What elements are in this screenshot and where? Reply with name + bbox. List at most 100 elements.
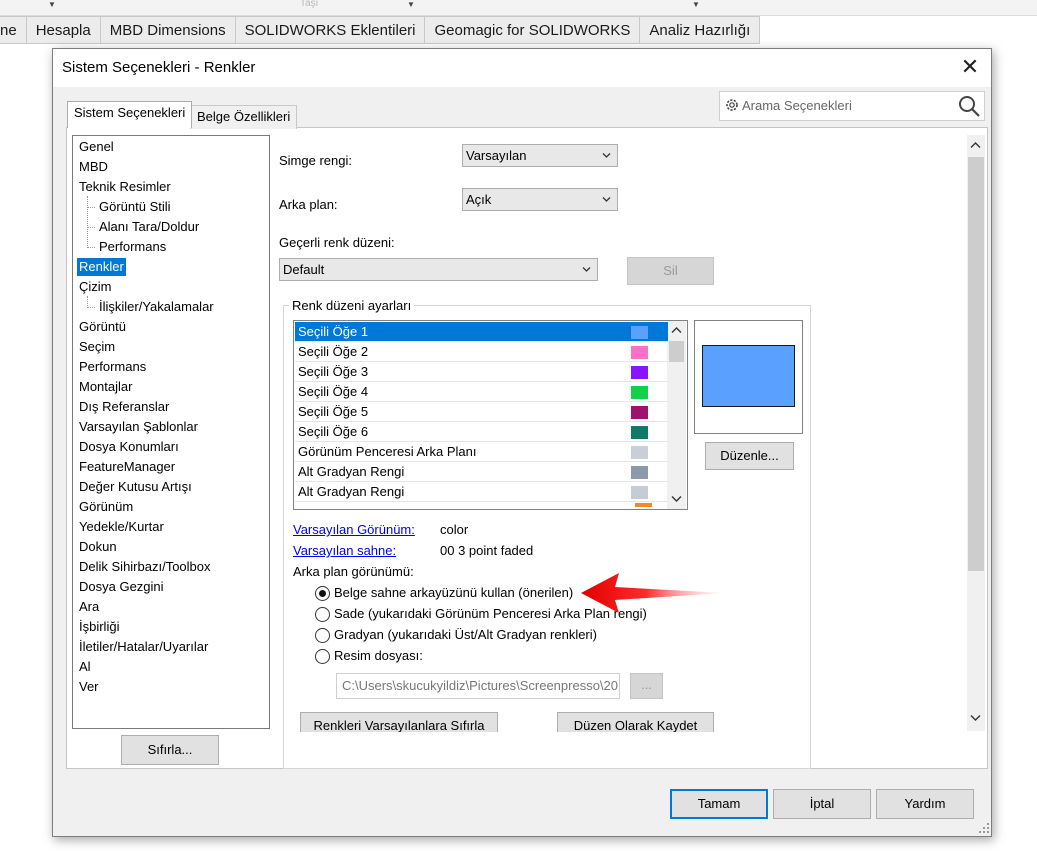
- default-scene-link[interactable]: Varsayılan sahne:: [293, 543, 396, 558]
- chevron-up-icon[interactable]: [668, 322, 685, 339]
- tree-item[interactable]: İşbirliği: [77, 618, 121, 636]
- tree-item[interactable]: Renkler: [77, 258, 126, 276]
- tree-item[interactable]: İlişkiler/Yakalamalar: [97, 298, 216, 316]
- list-scrollbar[interactable]: [667, 321, 686, 509]
- bg-appearance-radio-label[interactable]: Belge sahne arkayüzünü kullan (önerilen): [334, 585, 573, 600]
- chevron-down-icon[interactable]: [967, 709, 984, 726]
- search-icon[interactable]: [958, 95, 980, 117]
- color-list-item[interactable]: Seçili Öğe 4: [295, 382, 668, 402]
- ribbon-tab-hesapla[interactable]: Hesapla: [26, 16, 101, 44]
- chevron-down-icon: [602, 197, 611, 202]
- resize-grip-icon[interactable]: [978, 822, 990, 834]
- bg-appearance-radio[interactable]: [315, 628, 330, 643]
- reset-button[interactable]: Sıfırla...: [121, 735, 219, 765]
- tree-item[interactable]: Yedekle/Kurtar: [77, 518, 166, 536]
- bg-appearance-radio-label[interactable]: Resim dosyası:: [334, 648, 423, 663]
- tree-item[interactable]: Al: [77, 658, 93, 676]
- ribbon-tab-solidworks-addins[interactable]: SOLIDWORKS Eklentileri: [235, 16, 426, 44]
- color-list-item[interactable]: Seçili Öğe 5: [295, 402, 668, 422]
- tree-item[interactable]: Performans: [97, 238, 168, 256]
- tree-item[interactable]: Dokun: [77, 538, 119, 556]
- tree-item[interactable]: Çizim: [77, 278, 114, 296]
- bg-appearance-radio[interactable]: [315, 607, 330, 622]
- tree-item[interactable]: Varsayılan Şablonlar: [77, 418, 200, 436]
- options-tree[interactable]: Genel MBD Teknik Resimler Görüntü Stili Alan…: [72, 135, 270, 729]
- color-item-label: Seçili Öğe 6: [298, 424, 369, 439]
- bg-appearance-radio[interactable]: [315, 649, 330, 664]
- color-list-item[interactable]: Seçili Öğe 6: [295, 422, 668, 442]
- color-swatch: [631, 326, 648, 339]
- search-options-input[interactable]: Arama Seçenekleri: [719, 91, 985, 121]
- chevron-up-icon[interactable]: [967, 137, 984, 154]
- dropdown-arrow-icon[interactable]: ▼: [407, 0, 415, 9]
- ribbon-tab[interactable]: ne: [0, 16, 27, 44]
- default-appearance-value: color: [440, 522, 469, 537]
- ribbon-tab-analysis-prep[interactable]: Analiz Hazırlığı: [640, 16, 761, 44]
- tree-item[interactable]: Ara: [77, 598, 101, 616]
- dialog-title: Sistem Seçenekleri - Renkler: [62, 59, 256, 76]
- tab-document-properties[interactable]: Belge Özellikleri: [190, 105, 298, 129]
- color-item-label: Alt Gradyan Rengi: [298, 464, 405, 479]
- color-list-item[interactable]: Seçili Öğe 2: [295, 342, 668, 362]
- color-list-item[interactable]: Alt Gradyan Rengi: [295, 462, 668, 482]
- ribbon-tab-geomagic[interactable]: Geomagic for SOLIDWORKS: [425, 16, 641, 44]
- tree-item[interactable]: Görüntü: [77, 318, 128, 336]
- options-scroll-thumb[interactable]: [968, 157, 984, 571]
- save-scheme-clip: Düzen Olarak Kaydet: [557, 712, 716, 732]
- scheme-select[interactable]: Default: [279, 258, 598, 281]
- tree-item[interactable]: Seçim: [77, 338, 117, 356]
- icon-color-value: Varsayılan: [466, 148, 527, 163]
- image-path-input[interactable]: C:\Users\skucukyildiz\Pictures\Screenpre…: [336, 673, 620, 699]
- color-list-item[interactable]: Görünüm Penceresi Arka Planı: [295, 442, 668, 462]
- color-list-item[interactable]: Seçili Öğe 1: [295, 322, 668, 342]
- icon-color-select[interactable]: Varsayılan: [462, 144, 618, 167]
- color-list-item[interactable]: Alt Gradyan Rengi: [295, 482, 668, 502]
- cancel-button[interactable]: İptal: [773, 789, 871, 819]
- tree-item[interactable]: İletiler/Hatalar/Uyarılar: [77, 638, 210, 656]
- dropdown-arrow-icon[interactable]: ▼: [48, 0, 56, 9]
- delete-scheme-button[interactable]: Sil: [627, 257, 714, 285]
- tab-system-options[interactable]: Sistem Seçenekleri: [67, 101, 193, 128]
- color-items-list[interactable]: Seçili Öğe 1 Seçili Öğe 2 Seçili Öğe 3 Seçi…: [293, 320, 688, 510]
- browse-button[interactable]: ...: [630, 673, 663, 699]
- tree-item[interactable]: Performans: [77, 358, 148, 376]
- tree-item[interactable]: Montajlar: [77, 378, 134, 396]
- tree-item[interactable]: FeatureManager: [77, 458, 177, 476]
- chevron-down-icon[interactable]: [668, 490, 685, 507]
- color-swatch: [631, 426, 648, 439]
- chevron-down-icon: [582, 267, 591, 272]
- tree-item[interactable]: Teknik Resimler: [77, 178, 173, 196]
- options-scrollbar[interactable]: [967, 135, 985, 731]
- help-button[interactable]: Yardım: [876, 789, 974, 819]
- tree-item[interactable]: Dış Referanslar: [77, 398, 171, 416]
- close-icon[interactable]: ✕: [957, 55, 983, 81]
- tree-item[interactable]: Dosya Gezgini: [77, 578, 166, 596]
- reset-colors-button[interactable]: Renkleri Varsayılanlara Sıfırla: [300, 712, 498, 732]
- bg-appearance-radio[interactable]: [315, 586, 330, 601]
- dialog-titlebar: Sistem Seçenekleri - Renkler ✕: [53, 49, 991, 87]
- list-scroll-thumb[interactable]: [669, 341, 684, 362]
- dropdown-arrow-icon[interactable]: ▼: [692, 0, 700, 9]
- tree-item[interactable]: Dosya Konumları: [77, 438, 181, 456]
- tree-item[interactable]: MBD: [77, 158, 110, 176]
- tree-item[interactable]: Genel: [77, 138, 116, 156]
- tree-item[interactable]: Görünüm: [77, 498, 135, 516]
- color-list-item[interactable]: Seçili Öğe 3: [295, 362, 668, 382]
- annotation-arrow-icon: [581, 573, 725, 613]
- ribbon-tab-mbd-dimensions[interactable]: MBD Dimensions: [100, 16, 236, 44]
- tree-item[interactable]: Görüntü Stili: [97, 198, 173, 216]
- tree-item[interactable]: Delik Sihirbazı/Toolbox: [77, 558, 213, 576]
- background-select[interactable]: Açık: [462, 188, 618, 211]
- tree-item[interactable]: Alanı Tara/Doldur: [97, 218, 201, 236]
- color-item-label: Görünüm Penceresi Arka Planı: [298, 444, 477, 459]
- tree-item[interactable]: Değer Kutusu Artışı: [77, 478, 194, 496]
- color-preview-swatch: [702, 345, 795, 407]
- bg-appearance-radio-label[interactable]: Gradyan (yukarıdaki Üst/Alt Gradyan renk…: [334, 627, 597, 642]
- save-scheme-button[interactable]: Düzen Olarak Kaydet: [557, 712, 714, 732]
- tree-connector: [87, 307, 95, 308]
- edit-color-button[interactable]: Düzenle...: [705, 442, 794, 470]
- color-item-label: Seçili Öğe 3: [298, 364, 369, 379]
- default-appearance-link[interactable]: Varsayılan Görünüm:: [293, 522, 415, 537]
- ok-button[interactable]: Tamam: [670, 789, 768, 819]
- tree-item[interactable]: Ver: [77, 678, 101, 696]
